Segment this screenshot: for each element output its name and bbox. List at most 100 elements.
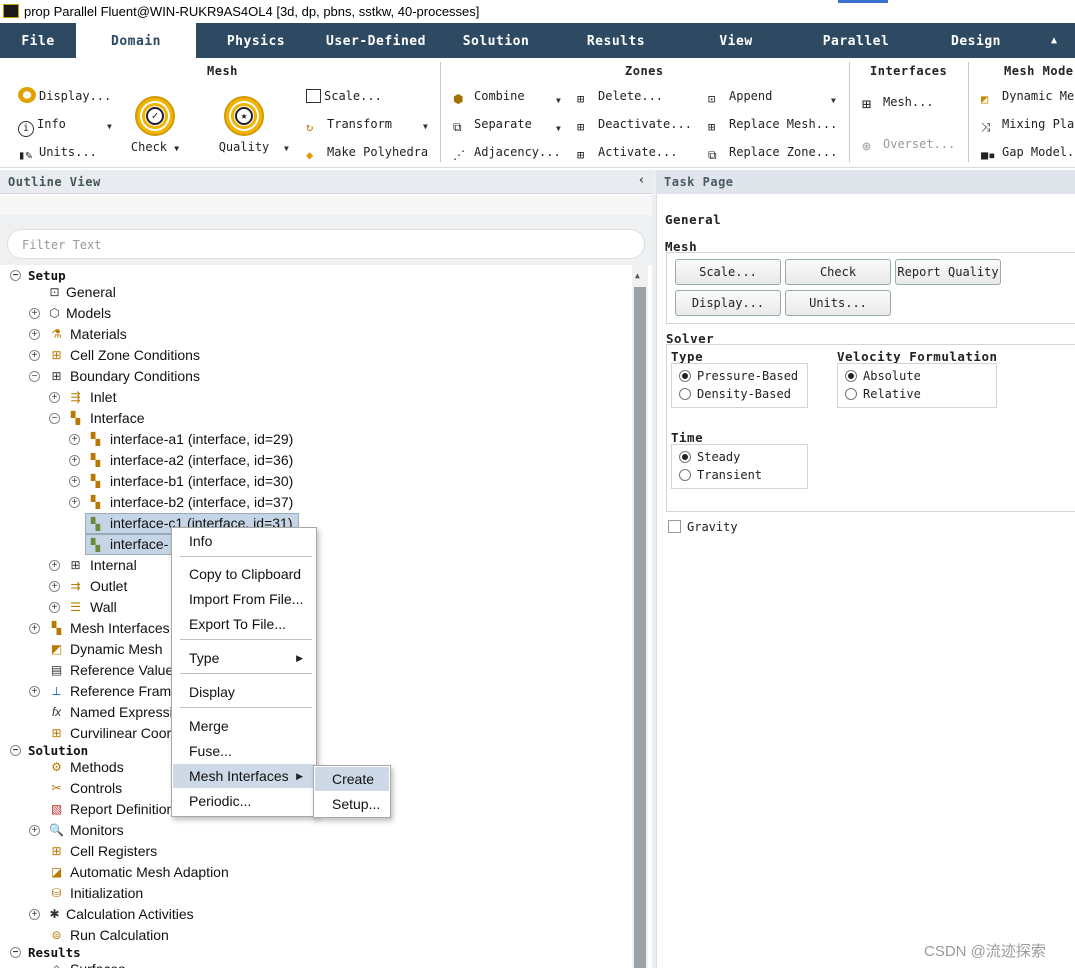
menu-item-copy-to-clipboard[interactable]: Copy to Clipboard: [173, 562, 315, 586]
density-based-radio[interactable]: Density-Based: [679, 385, 791, 403]
make-polyhedra-button[interactable]: ◆ Make Polyhedra: [306, 142, 428, 162]
mesh-check-button[interactable]: ✓ Check ▼: [130, 96, 180, 154]
info-dropdown-icon[interactable]: ▼: [107, 122, 112, 131]
combine-button[interactable]: ⬢ Combine: [453, 86, 525, 106]
gap-model-button[interactable]: ■▪ Gap Model.: [981, 142, 1074, 162]
mesh-interfaces-icon: ▚: [51, 621, 62, 635]
run-calculation-icon: ⊜: [51, 928, 62, 942]
filter-text-input[interactable]: Filter Text: [7, 229, 645, 259]
replace-zone-button[interactable]: ⧉ Replace Zone...: [708, 142, 837, 162]
replace-mesh-button[interactable]: ⊞ Replace Mesh...: [708, 114, 837, 134]
separate-icon: ⧉: [453, 120, 462, 134]
polyhedra-icon: ◆: [306, 148, 314, 162]
expand-icon[interactable]: +: [49, 581, 60, 592]
mesh-transform-button[interactable]: ↻ Transform: [306, 114, 392, 134]
tab-design[interactable]: Design: [916, 23, 1036, 58]
expand-icon[interactable]: +: [29, 350, 40, 361]
menu-item-display[interactable]: Display: [173, 680, 315, 704]
menu-item-info[interactable]: Info: [173, 529, 315, 553]
steady-radio[interactable]: Steady: [679, 448, 740, 466]
expand-icon[interactable]: +: [29, 623, 40, 634]
expand-icon[interactable]: +: [49, 560, 60, 571]
separate-button[interactable]: ⧉ Separate: [453, 114, 532, 134]
task-display-button[interactable]: Display...: [675, 290, 781, 316]
tab-view[interactable]: View: [676, 23, 796, 58]
expand-icon[interactable]: +: [29, 329, 40, 340]
expand-icon[interactable]: +: [69, 455, 80, 466]
combine-icon: ⬢: [453, 92, 464, 106]
tab-user-defined[interactable]: User-Defined: [316, 23, 436, 58]
submenu-item-create[interactable]: Create: [315, 767, 389, 791]
internal-icon: ⊞: [70, 558, 81, 572]
quality-dropdown-icon[interactable]: ▼: [284, 144, 289, 153]
tab-physics[interactable]: Physics: [196, 23, 316, 58]
collapse-panel-icon[interactable]: ‹: [638, 173, 646, 188]
menu-item-type[interactable]: Type ▶: [173, 646, 315, 670]
transform-dropdown-icon[interactable]: ▼: [423, 122, 428, 131]
transient-radio[interactable]: Transient: [679, 466, 762, 484]
expand-icon[interactable]: +: [69, 476, 80, 487]
mixing-planes-button[interactable]: ⤨ Mixing Pla: [981, 114, 1074, 134]
expand-icon[interactable]: +: [29, 909, 40, 920]
mesh-scale-button[interactable]: Scale...: [306, 86, 382, 106]
expand-icon[interactable]: +: [69, 497, 80, 508]
expand-icon[interactable]: +: [49, 602, 60, 613]
dynamic-mesh-button[interactable]: ◩ Dynamic Me: [981, 86, 1074, 106]
menu-item-merge[interactable]: Merge: [173, 714, 315, 738]
collapse-icon[interactable]: −: [10, 947, 21, 958]
expand-icon[interactable]: +: [49, 392, 60, 403]
task-check-button[interactable]: Check: [785, 259, 891, 285]
scroll-up-icon[interactable]: ▲: [635, 271, 640, 280]
replace-mesh-icon: ⊞: [708, 120, 716, 134]
collapse-icon[interactable]: −: [10, 270, 21, 281]
expand-icon[interactable]: +: [29, 825, 40, 836]
tab-file[interactable]: File: [0, 23, 76, 58]
append-dropdown-icon[interactable]: ▼: [831, 96, 836, 105]
tab-parallel[interactable]: Parallel: [796, 23, 916, 58]
mesh-info-button[interactable]: i Info: [18, 114, 66, 137]
mesh-quality-button[interactable]: ★ Quality: [214, 96, 274, 154]
expand-icon[interactable]: +: [29, 686, 40, 697]
mesh-units-button[interactable]: ▮✎ Units...: [18, 142, 97, 162]
separate-dropdown-icon[interactable]: ▼: [556, 124, 561, 133]
interface-zone-icon: ▚: [90, 517, 101, 531]
overset-button[interactable]: ⊛ Overset...: [862, 134, 955, 155]
adjacency-button[interactable]: ⋰ Adjacency...: [453, 142, 561, 162]
menu-item-export-to-file[interactable]: Export To File...: [173, 612, 315, 636]
tab-domain[interactable]: Domain: [76, 23, 196, 58]
submenu-item-setup[interactable]: Setup...: [315, 792, 389, 816]
deactivate-button[interactable]: ⊞ Deactivate...: [577, 114, 692, 134]
menu-item-periodic[interactable]: Periodic...: [173, 789, 315, 813]
collapse-icon[interactable]: −: [10, 745, 21, 756]
window-title: prop Parallel Fluent@WIN-RUKR9AS4OL4 [3d…: [24, 4, 480, 19]
collapse-ribbon-icon[interactable]: ▲: [1051, 35, 1057, 46]
interfaces-mesh-button[interactable]: ⊞ Mesh...: [862, 92, 934, 113]
menu-item-mesh-interfaces[interactable]: Mesh Interfaces ▶: [173, 764, 315, 788]
mesh-display-button[interactable]: Display...: [18, 86, 111, 106]
absolute-radio[interactable]: Absolute: [845, 367, 921, 385]
append-button[interactable]: ⊡ Append: [708, 86, 772, 106]
submenu-arrow-icon: ▶: [296, 771, 303, 781]
mixing-plane-icon: ⤨: [981, 120, 991, 134]
delete-zone-button[interactable]: ⊞ Delete...: [577, 86, 663, 106]
relative-radio[interactable]: Relative: [845, 385, 921, 403]
outline-scrollbar[interactable]: ▲: [632, 265, 648, 968]
tab-solution[interactable]: Solution: [436, 23, 556, 58]
menu-item-import-from-file[interactable]: Import From File...: [173, 587, 315, 611]
pressure-based-radio[interactable]: Pressure-Based: [679, 367, 798, 385]
menu-item-fuse[interactable]: Fuse...: [173, 739, 315, 763]
collapse-icon[interactable]: −: [29, 371, 40, 382]
scrollbar-thumb[interactable]: [634, 287, 646, 968]
task-units-button[interactable]: Units...: [785, 290, 891, 316]
gravity-checkbox[interactable]: Gravity: [668, 520, 738, 534]
expand-icon[interactable]: +: [69, 434, 80, 445]
dynamic-mesh-icon: ◩: [50, 642, 63, 656]
tab-results[interactable]: Results: [556, 23, 676, 58]
task-scale-button[interactable]: Scale...: [675, 259, 781, 285]
title-bar: prop Parallel Fluent@WIN-RUKR9AS4OL4 [3d…: [0, 0, 1075, 23]
report-quality-button[interactable]: Report Quality: [895, 259, 1001, 285]
combine-dropdown-icon[interactable]: ▼: [556, 96, 561, 105]
collapse-icon[interactable]: −: [49, 413, 60, 424]
expand-icon[interactable]: +: [29, 308, 40, 319]
activate-button[interactable]: ⊞ Activate...: [577, 142, 677, 162]
